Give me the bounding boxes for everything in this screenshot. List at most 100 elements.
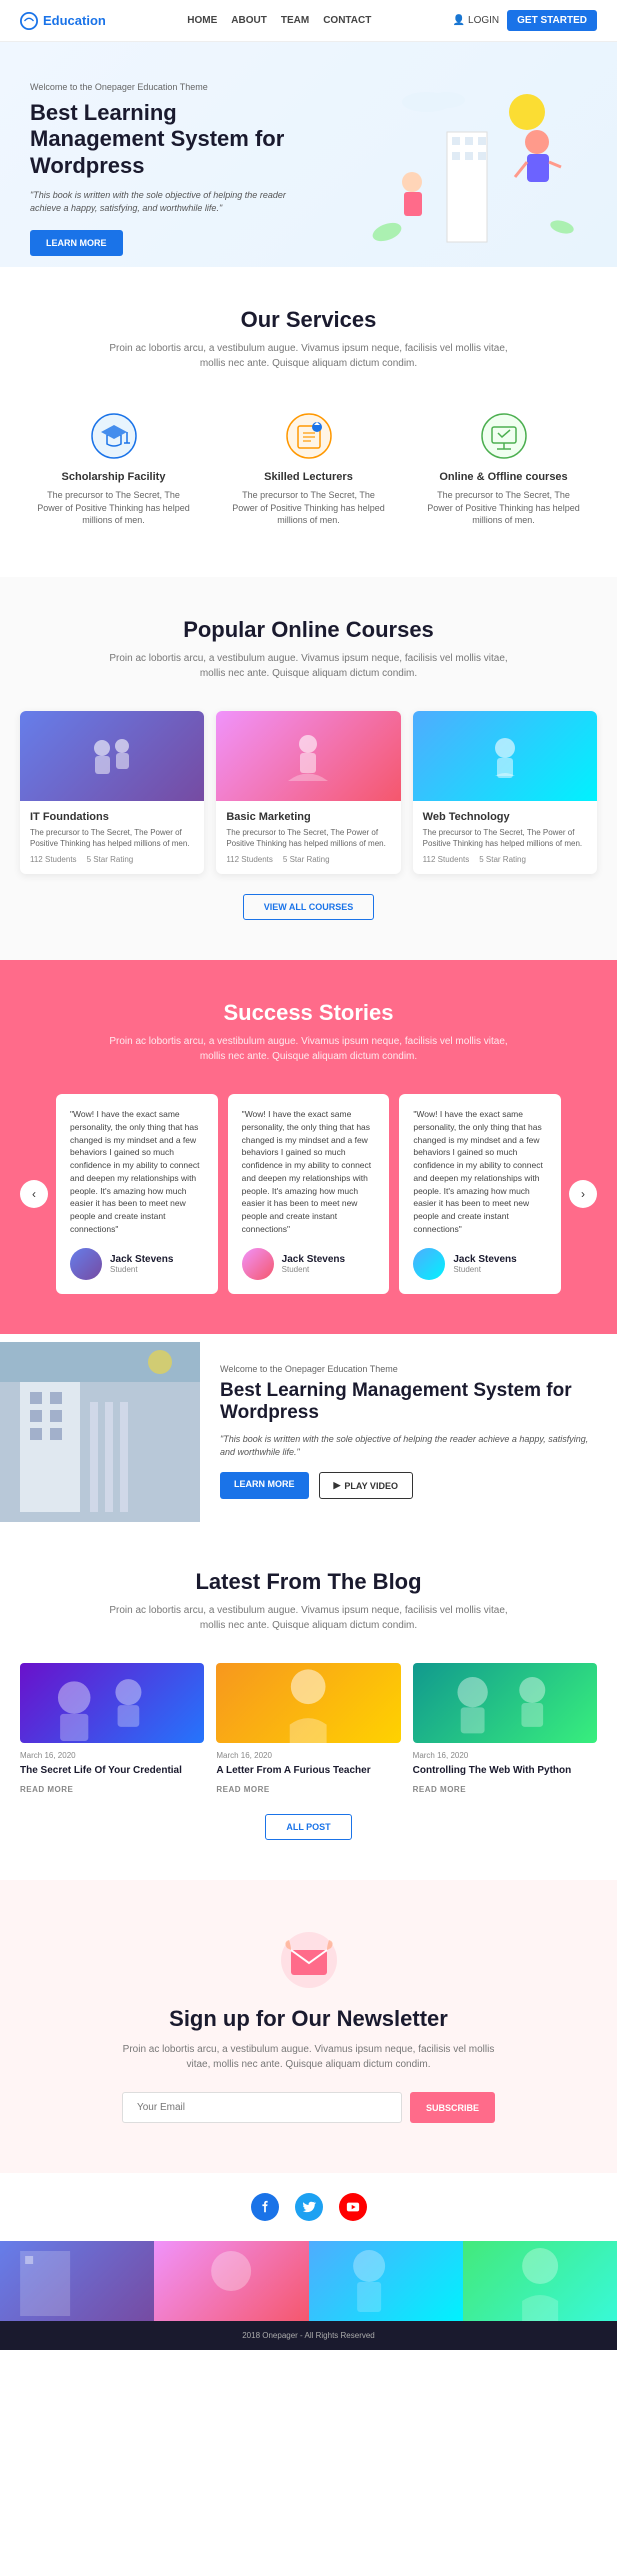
youtube-icon[interactable] (339, 2193, 367, 2221)
blog-svg-2 (216, 1663, 400, 1743)
cta-image (0, 1342, 200, 1522)
cta-play-video-button[interactable]: ▶ PLAY VIDEO (319, 1472, 413, 1499)
nav-contact[interactable]: CONTACT (323, 15, 371, 26)
gallery-svg-1 (0, 2241, 154, 2321)
nav-about[interactable]: ABOUT (231, 15, 267, 26)
lecturers-icon (284, 411, 334, 461)
lecturers-desc: The precursor to The Secret, The Power o… (229, 489, 389, 527)
testimonial-text-1: "Wow! I have the exact same personality,… (70, 1108, 204, 1236)
course-card-2: Basic Marketing The precursor to The Sec… (216, 711, 400, 874)
course-title-2: Basic Marketing (226, 811, 390, 823)
author-info-1: Jack Stevens Student (110, 1254, 173, 1274)
online-offline-title: Online & Offline courses (424, 471, 584, 483)
gallery-svg-2 (154, 2241, 308, 2321)
course-card-1: IT Foundations The precursor to The Secr… (20, 711, 204, 874)
course-desc-1: The precursor to The Secret, The Power o… (30, 827, 194, 849)
course-body-1: IT Foundations The precursor to The Secr… (20, 801, 204, 874)
cta-buttons: LEARN MORE ▶ PLAY VIDEO (220, 1472, 597, 1499)
author-role-2: Student (282, 1265, 345, 1274)
blog-read-more-1[interactable]: READ MORE (20, 1785, 204, 1794)
gallery-svg-4 (463, 2241, 617, 2321)
author-name-1: Jack Stevens (110, 1254, 173, 1265)
course-image-2 (216, 711, 400, 801)
login-icon: 👤 (453, 15, 465, 26)
course-students-3: 112 Students (423, 855, 470, 864)
blog-read-more-3[interactable]: READ MORE (413, 1785, 597, 1794)
twitter-icon[interactable] (295, 2193, 323, 2221)
blog-date-3: March 16, 2020 (413, 1751, 597, 1760)
next-testimonial-button[interactable]: › (569, 1180, 597, 1208)
prev-testimonial-button[interactable]: ‹ (20, 1180, 48, 1208)
blog-read-more-2[interactable]: READ MORE (216, 1785, 400, 1794)
services-grid: Scholarship Facility The precursor to Th… (20, 401, 597, 537)
all-posts-button[interactable]: ALL POST (265, 1814, 351, 1840)
course-image-2-people (278, 726, 338, 786)
avatar-2 (242, 1248, 274, 1280)
cta-text: Welcome to the Onepager Education Theme … (200, 1334, 617, 1530)
cta-desc: "This book is written with the sole obje… (220, 1433, 597, 1458)
course-rating-2: 5 Star Rating (283, 855, 330, 864)
newsletter-section: Sign up for Our Newsletter Proin ac lobo… (0, 1880, 617, 2173)
hero-illustration (367, 82, 587, 267)
login-link[interactable]: 👤 LOGIN (453, 15, 499, 26)
course-image-1-people (82, 726, 142, 786)
services-subtitle: Proin ac lobortis arcu, a vestibulum aug… (109, 341, 509, 371)
course-title-3: Web Technology (423, 811, 587, 823)
newsletter-form: SUBSCRIBE (20, 2092, 597, 2123)
newsletter-email-input[interactable] (122, 2092, 402, 2123)
gallery-img-2 (154, 2241, 308, 2321)
view-all-courses-button[interactable]: VIEW ALL COURSES (243, 894, 375, 920)
course-rating-1: 5 Star Rating (87, 855, 134, 864)
course-image-1 (20, 711, 204, 801)
testimonial-1: "Wow! I have the exact same personality,… (56, 1094, 218, 1294)
testimonial-author-3: Jack Stevens Student (413, 1248, 547, 1280)
course-desc-3: The precursor to The Secret, The Power o… (423, 827, 587, 849)
cta-section: Welcome to the Onepager Education Theme … (0, 1334, 617, 1530)
newsletter-subtitle: Proin ac lobortis arcu, a vestibulum aug… (119, 2042, 499, 2072)
courses-title: Popular Online Courses (20, 617, 597, 643)
avatar-1 (70, 1248, 102, 1280)
author-info-3: Jack Stevens Student (453, 1254, 516, 1274)
nav-home[interactable]: HOME (187, 15, 217, 26)
testimonial-text-2: "Wow! I have the exact same personality,… (242, 1108, 376, 1236)
testimonial-3: "Wow! I have the exact same personality,… (399, 1094, 561, 1294)
hero-learn-more-button[interactable]: LEARN MORE (30, 230, 123, 256)
hero-quote: "This book is written with the sole obje… (30, 189, 310, 214)
cta-title: Best Learning Management System for Word… (220, 1380, 597, 1426)
gallery-svg-3 (309, 2241, 463, 2321)
success-section: Success Stories Proin ac lobortis arcu, … (0, 960, 617, 1334)
scholarship-icon (89, 411, 139, 461)
blog-post-title-2: A Letter From A Furious Teacher (216, 1764, 400, 1777)
course-image-3 (413, 711, 597, 801)
nav-team[interactable]: TEAM (281, 15, 309, 26)
cta-learn-more-button[interactable]: LEARN MORE (220, 1472, 309, 1499)
hero-text: Welcome to the Onepager Education Theme … (30, 82, 310, 256)
author-name-3: Jack Stevens (453, 1254, 516, 1265)
testimonial-author-1: Jack Stevens Student (70, 1248, 204, 1280)
blog-post-title-3: Controlling The Web With Python (413, 1764, 597, 1777)
footer-bar: 2018 Onepager - All Rights Reserved (0, 2321, 617, 2350)
course-desc-2: The precursor to The Secret, The Power o… (226, 827, 390, 849)
blog-card-3: March 16, 2020 Controlling The Web With … (413, 1663, 597, 1794)
course-rating-3: 5 Star Rating (479, 855, 526, 864)
cta-building-svg (0, 1342, 200, 1522)
blog-card-2: March 16, 2020 A Letter From A Furious T… (216, 1663, 400, 1794)
blog-title: Latest From The Blog (20, 1569, 597, 1595)
author-info-2: Jack Stevens Student (282, 1254, 345, 1274)
logo[interactable]: Education (20, 12, 106, 30)
course-meta-2: 112 Students 5 Star Rating (226, 855, 390, 864)
facebook-icon[interactable] (251, 2193, 279, 2221)
hero-welcome: Welcome to the Onepager Education Theme (30, 82, 310, 92)
newsletter-subscribe-button[interactable]: SUBSCRIBE (410, 2092, 495, 2123)
blog-post-title-1: The Secret Life Of Your Credential (20, 1764, 204, 1777)
blog-svg-3 (413, 1663, 597, 1743)
lecturers-title: Skilled Lecturers (229, 471, 389, 483)
blog-image-1 (20, 1663, 204, 1743)
scholarship-desc: The precursor to The Secret, The Power o… (34, 489, 194, 527)
blog-subtitle: Proin ac lobortis arcu, a vestibulum aug… (109, 1603, 509, 1633)
testimonial-2: "Wow! I have the exact same personality,… (228, 1094, 390, 1294)
nav-actions: 👤 LOGIN GET STARTED (453, 10, 597, 31)
get-started-button[interactable]: GET STARTED (507, 10, 597, 31)
blog-date-2: March 16, 2020 (216, 1751, 400, 1760)
service-online-offline: Online & Offline courses The precursor t… (414, 401, 594, 537)
